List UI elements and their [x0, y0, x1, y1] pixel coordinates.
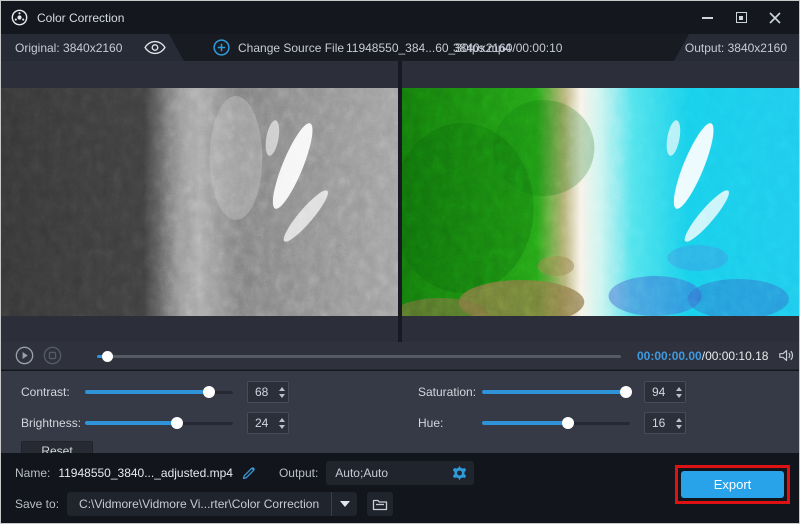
brightness-slider[interactable] — [85, 416, 233, 430]
brightness-row: Brightness: 24 — [21, 412, 382, 434]
change-source-file-button[interactable]: Change Source File — [213, 34, 344, 61]
spin-up-icon[interactable] — [279, 387, 285, 391]
volume-icon[interactable] — [778, 348, 796, 363]
change-source-file-label: Change Source File — [238, 41, 344, 55]
output-settings-gear-icon[interactable] — [451, 465, 468, 482]
spin-up-icon[interactable] — [676, 418, 682, 422]
spin-down-icon[interactable] — [279, 425, 285, 429]
maximize-icon — [736, 12, 747, 23]
close-icon — [769, 12, 781, 24]
output-format-field[interactable]: Auto;Auto — [326, 461, 474, 485]
original-tab: Original: 3840x2160 — [1, 34, 184, 61]
name-row: Name: 11948550_3840..._adjusted.mp4 Outp… — [15, 461, 785, 485]
browse-folder-button[interactable] — [367, 492, 393, 516]
spin-down-icon[interactable] — [676, 425, 682, 429]
minimize-icon — [702, 17, 713, 19]
contrast-row: Contrast: 68 — [21, 381, 382, 403]
spin-up-icon[interactable] — [676, 387, 682, 391]
chevron-down-icon — [340, 501, 350, 507]
hue-spin-arrows[interactable] — [672, 413, 685, 433]
contrast-slider[interactable] — [85, 385, 233, 399]
source-file-info: 3840x2160/00:00:10 — [453, 34, 562, 61]
seek-handle[interactable] — [102, 351, 113, 362]
hue-slider[interactable] — [482, 416, 630, 430]
playback-bar: 00:00:00.00/00:00:10.18 — [1, 342, 799, 370]
original-video-frame — [1, 88, 398, 316]
hue-label: Hue: — [418, 416, 482, 430]
adjustments-panel: Contrast: 68 Saturation: 94 — [1, 371, 799, 453]
save-to-label: Save to: — [15, 497, 59, 511]
add-plus-icon — [213, 39, 230, 56]
saturation-slider[interactable] — [482, 385, 630, 399]
saturation-slider-handle[interactable] — [620, 386, 632, 398]
spin-down-icon[interactable] — [676, 394, 682, 398]
output-panel: Name: 11948550_3840..._adjusted.mp4 Outp… — [1, 453, 799, 524]
save-to-row: Save to: C:\Vidmore\Vidmore Vi...rter\Co… — [15, 492, 785, 516]
app-icon — [11, 9, 28, 26]
output-resolution-label: Output: 3840x2160 — [685, 41, 787, 55]
adjusted-video-preview — [402, 61, 799, 342]
play-button[interactable] — [15, 346, 34, 365]
spin-down-icon[interactable] — [279, 394, 285, 398]
stop-button[interactable] — [43, 346, 62, 365]
rename-pencil-icon[interactable] — [241, 465, 257, 481]
saturation-spinbox[interactable]: 94 — [644, 381, 686, 403]
contrast-label: Contrast: — [21, 385, 85, 399]
output-file-name: 11948550_3840..._adjusted.mp4 — [58, 466, 233, 480]
saturation-row: Saturation: 94 — [418, 381, 779, 403]
color-correction-window: Color Correction Original: 3840x2160 — [0, 0, 800, 524]
save-to-path: C:\Vidmore\Vidmore Vi...rter\Color Corre… — [67, 492, 331, 516]
spin-up-icon[interactable] — [279, 418, 285, 422]
save-to-dropdown-button[interactable] — [331, 492, 357, 516]
window-title: Color Correction — [37, 11, 124, 25]
hue-spinbox[interactable]: 16 — [644, 412, 686, 434]
minimize-button[interactable] — [697, 8, 717, 28]
save-to-field[interactable]: C:\Vidmore\Vidmore Vi...rter\Color Corre… — [67, 492, 357, 516]
brightness-spin-arrows[interactable] — [275, 413, 288, 433]
total-time: 00:00:10.18 — [705, 349, 768, 363]
saturation-label: Saturation: — [418, 385, 482, 399]
saturation-spin-arrows[interactable] — [672, 382, 685, 402]
seek-slider[interactable] — [97, 349, 621, 363]
contrast-slider-handle[interactable] — [203, 386, 215, 398]
export-highlight-annotation: Export — [675, 465, 790, 504]
contrast-spin-arrows[interactable] — [275, 382, 288, 402]
title-bar: Color Correction — [1, 1, 799, 34]
source-bar: Original: 3840x2160 Change Source File 1… — [1, 34, 799, 61]
brightness-label: Brightness: — [21, 416, 85, 430]
hue-row: Hue: 16 — [418, 412, 779, 434]
current-time: 00:00:00.00 — [637, 349, 702, 363]
output-format-label: Output: — [279, 466, 318, 480]
close-button[interactable] — [765, 8, 785, 28]
contrast-spinbox[interactable]: 68 — [247, 381, 289, 403]
original-resolution-label: Original: 3840x2160 — [15, 41, 122, 55]
brightness-spinbox[interactable]: 24 — [247, 412, 289, 434]
preview-area — [1, 61, 799, 342]
output-tab: Output: 3840x2160 — [674, 34, 799, 61]
preview-original-eye-icon[interactable] — [144, 40, 166, 55]
export-button[interactable]: Export — [681, 471, 784, 498]
hue-slider-handle[interactable] — [562, 417, 574, 429]
adjusted-video-frame — [402, 88, 799, 316]
name-label: Name: — [15, 466, 50, 480]
time-display: 00:00:00.00/00:00:10.18 — [637, 349, 768, 363]
original-video-preview — [1, 61, 398, 342]
brightness-slider-handle[interactable] — [171, 417, 183, 429]
folder-icon — [372, 498, 388, 511]
maximize-button[interactable] — [731, 8, 751, 28]
